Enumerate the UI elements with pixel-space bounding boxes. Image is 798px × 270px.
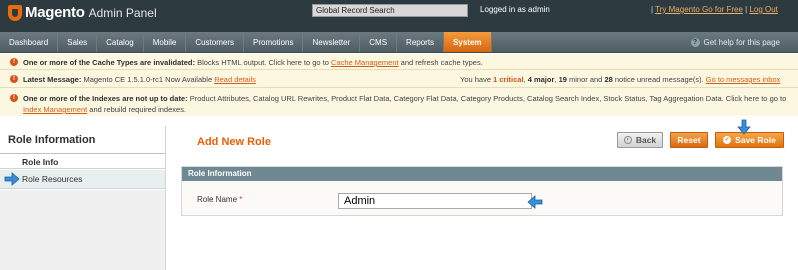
sidebar-title: Role Information xyxy=(8,134,96,146)
tab-role-resources[interactable]: Role Resources xyxy=(0,170,165,189)
nav-newsletter[interactable]: Newsletter xyxy=(303,32,361,52)
main-nav: Dashboard Sales Catalog Mobile Customers… xyxy=(0,32,798,53)
unread-messages-summary: You have 1 critical, 4 major, 19 minor a… xyxy=(460,75,780,84)
role-name-label-text: Role Name xyxy=(197,195,238,204)
cache-notice-body: Blocks HTML output. Click here to go to xyxy=(195,58,332,67)
cache-notice: ! One or more of the Cache Types are inv… xyxy=(0,54,798,70)
global-search-input[interactable] xyxy=(312,4,468,17)
nav-catalog[interactable]: Catalog xyxy=(97,32,144,52)
admin-header: Magento Admin Panel Logged in as admin |… xyxy=(0,0,798,32)
role-name-label: Role Name * xyxy=(197,195,242,204)
magento-logo-icon xyxy=(8,4,22,21)
index-management-link[interactable]: Index Management xyxy=(23,105,87,114)
latest-message-text: Latest Message: Magento CE 1.5.1.0-rc1 N… xyxy=(23,75,256,84)
nav-sales[interactable]: Sales xyxy=(58,32,98,52)
nav-system[interactable]: System xyxy=(444,32,492,52)
cache-notice-text: One or more of the Cache Types are inval… xyxy=(23,58,483,67)
page-title: Add New Role xyxy=(197,136,271,148)
warning-icon: ! xyxy=(10,75,18,83)
header-links: | Try Magento Go for Free | Log Out xyxy=(651,5,778,14)
pointer-arrow-icon xyxy=(737,119,751,135)
logout-link[interactable]: Log Out xyxy=(749,5,777,14)
notice-count: 28 xyxy=(604,75,613,84)
latest-message-title: Latest Message: xyxy=(23,75,82,84)
reset-button-label: Reset xyxy=(677,135,701,145)
cache-management-link[interactable]: Cache Management xyxy=(331,58,399,67)
try-magento-go-link[interactable]: Try Magento Go for Free xyxy=(655,5,743,14)
required-marker: * xyxy=(239,195,243,204)
back-button-label: Back xyxy=(635,135,657,145)
messages-inbox-link[interactable]: Go to messages inbox xyxy=(706,75,781,84)
help-link[interactable]: ? Get help for this page xyxy=(690,38,781,47)
minor-label: minor and xyxy=(566,75,605,84)
tab-role-info[interactable]: Role Info xyxy=(0,153,165,169)
nav-promotions[interactable]: Promotions xyxy=(244,32,304,52)
logo-brand: Magento xyxy=(25,4,85,21)
warning-icon: ! xyxy=(10,94,18,102)
pointer-arrow-icon xyxy=(4,172,20,186)
nav-customers[interactable]: Customers xyxy=(186,32,244,52)
msg-tail: notice unread message(s). xyxy=(612,75,706,84)
critical-count: 1 critical xyxy=(493,75,524,84)
cache-notice-tail: and refresh cache types. xyxy=(398,58,483,67)
help-text: Get help for this page xyxy=(703,38,781,47)
index-notice-text: One or more of the Indexes are not up to… xyxy=(23,93,789,115)
magento-logo[interactable]: Magento Admin Panel xyxy=(8,4,157,21)
pointer-arrow-icon xyxy=(527,195,543,209)
minor-count: 19 xyxy=(558,75,567,84)
read-details-link[interactable]: Read details xyxy=(214,75,256,84)
sidebar: Role Information xyxy=(0,126,165,270)
logged-in-text: Logged in as admin xyxy=(480,5,550,14)
nav-dashboard[interactable]: Dashboard xyxy=(0,32,59,52)
column-divider xyxy=(165,126,166,270)
msg-prefix: You have xyxy=(460,75,494,84)
latest-message-notice: ! Latest Message: Magento CE 1.5.1.0-rc1… xyxy=(0,70,798,88)
back-button[interactable]: ‹ Back xyxy=(617,132,663,148)
tab-role-info-label: Role Info xyxy=(22,157,59,167)
warning-icon: ! xyxy=(10,58,18,66)
role-name-input[interactable] xyxy=(338,193,532,209)
link-separator: | xyxy=(745,5,748,14)
nav-cms[interactable]: CMS xyxy=(360,32,398,52)
save-role-label: Save Role xyxy=(735,135,776,145)
major-count: 4 major xyxy=(527,75,555,84)
help-icon: ? xyxy=(690,38,700,47)
index-notice-body: Product Attributes, Catalog URL Rewrites… xyxy=(187,94,787,103)
fieldset-title: Role Information xyxy=(182,167,782,181)
back-arrow-icon: ‹ xyxy=(623,136,632,144)
nav-reports[interactable]: Reports xyxy=(397,32,445,52)
role-information-fieldset: Role Information Role Name * xyxy=(181,166,783,216)
system-notices: ! One or more of the Cache Types are inv… xyxy=(0,54,798,116)
latest-message-body: Magento CE 1.5.1.0-rc1 Now Available xyxy=(81,75,215,84)
checkmark-icon: ✓ xyxy=(723,136,732,144)
sidebar-fill xyxy=(0,190,165,270)
index-notice-title: One or more of the Indexes are not up to… xyxy=(23,94,188,103)
nav-mobile[interactable]: Mobile xyxy=(144,32,187,52)
cache-notice-title: One or more of the Cache Types are inval… xyxy=(23,58,195,67)
tab-role-resources-label: Role Resources xyxy=(22,174,83,184)
logo-subtitle: Admin Panel xyxy=(88,5,157,20)
link-separator: | xyxy=(651,5,654,14)
index-notice: ! One or more of the Indexes are not up … xyxy=(0,88,798,116)
index-notice-tail: and rebuild required indexes. xyxy=(87,105,187,114)
reset-button[interactable]: Reset xyxy=(670,132,708,148)
